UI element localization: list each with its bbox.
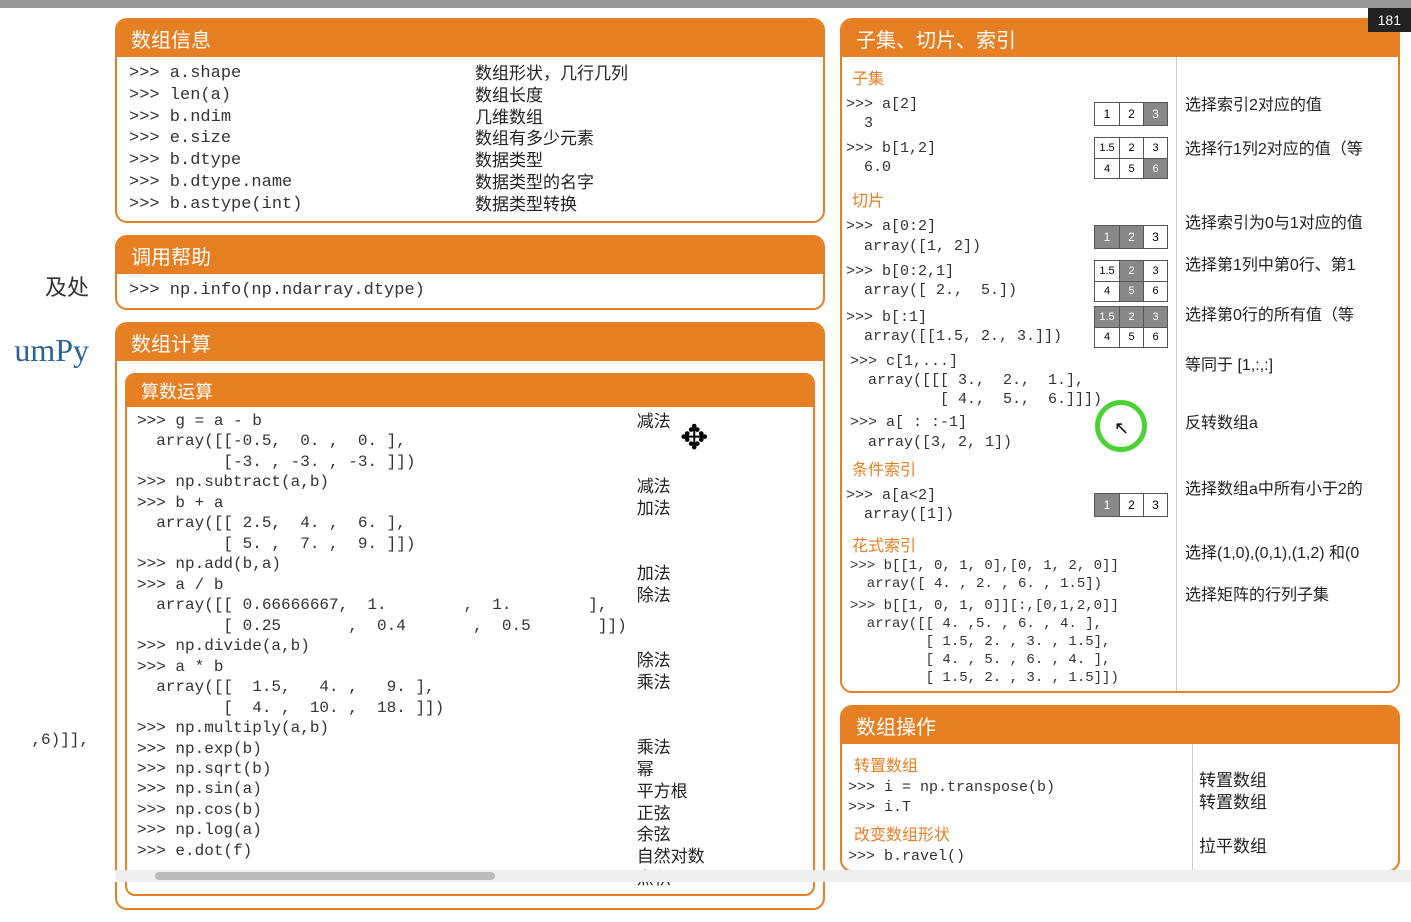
window-top-bar (0, 0, 1411, 8)
r5-illus: 1.523 456 (1090, 306, 1172, 348)
arith-code: >>> g = a - b array([[-0.5, 0. , 0. ], [… (137, 411, 627, 890)
idx-row-4: >>> b[0:2,1] array([ 2., 5.]) 1.523 456 (846, 260, 1172, 302)
transpose-desc: 转置数组 转置数组 (1199, 770, 1392, 814)
r10-desc: 选择矩阵的行列子集 (1185, 581, 1390, 605)
page-counter: 181 (1368, 8, 1411, 32)
arrayinfo-code: >>> a.shape >>> len(a) >>> b.ndim >>> e.… (129, 63, 465, 215)
r1-desc: 选择索引2对应的值 (1185, 91, 1390, 115)
card-header-calc: 数组计算 (117, 324, 823, 361)
card-help: 调用帮助 >>> np.info(np.ndarray.dtype) (115, 235, 825, 310)
card-header-array-info: 数组信息 (117, 20, 823, 57)
r5-code: >>> b[:1] array([[1.5, 2., 3.]]) (846, 308, 1076, 346)
r10-code: >>> b[[1, 0, 1, 0]][:,[0,1,2,0]] array([… (846, 598, 1172, 688)
subcard-header-arith: 算数运算 (127, 375, 813, 407)
help-code: >>> np.info(np.ndarray.dtype) (129, 280, 811, 302)
frag-numpy: umPy (14, 332, 89, 369)
right-column: 子集、切片、索引 子集 >>> a[2] 3 123 >>> b[1,2] 6.… (840, 18, 1400, 884)
main-column: 数组信息 >>> a.shape >>> len(a) >>> b.ndim >… (115, 18, 825, 922)
r4-illus: 1.523 456 (1090, 260, 1172, 302)
idx-row-1: >>> a[2] 3 123 (846, 95, 1172, 133)
arith-desc: 减法 减法 加法 加法 除法 除法 乘法 乘法 幂 平方根 正弦 余弦 自然对数… (637, 411, 803, 890)
idx-row-8: >>> a[a<2] array([1]) 123 (846, 486, 1172, 524)
r3-code: >>> a[0:2] array([1, 2]) (846, 217, 1076, 255)
r8-desc: 选择数组a中所有小于2的 (1185, 475, 1390, 499)
card-array-info: 数组信息 >>> a.shape >>> len(a) >>> b.ndim >… (115, 18, 825, 223)
card-calc: 数组计算 算数运算 >>> g = a - b array([[-0.5, 0.… (115, 322, 825, 910)
frag-text-1: 及处 (45, 270, 89, 302)
idx-row-5: >>> b[:1] array([[1.5, 2., 3.]]) 1.523 4… (846, 306, 1172, 348)
r1-illus: 123 (1090, 102, 1172, 126)
card-header-help: 调用帮助 (117, 237, 823, 274)
frag-code: ,6)]], (31, 730, 89, 750)
label-slice: 切片 (846, 183, 1172, 213)
r9-desc: 选择(1,0),(0,1),(1,2) 和(0 (1185, 539, 1390, 563)
label-fancy: 花式索引 (846, 528, 1172, 558)
label-reshape: 改变数组形状 (848, 817, 1186, 847)
card-indexing: 子集、切片、索引 子集 >>> a[2] 3 123 >>> b[1,2] 6.… (840, 18, 1400, 693)
idx-row-2: >>> b[1,2] 6.0 1.523 456 (846, 137, 1172, 179)
scrollbar-thumb[interactable] (155, 872, 495, 880)
r6-code: >>> c[1,...] array([[[ 3., 2., 1.], [ 4.… (846, 352, 1172, 410)
r4-code: >>> b[0:2,1] array([ 2., 5.]) (846, 262, 1076, 300)
label-cond: 条件索引 (846, 452, 1172, 482)
reshape-desc: 拉平数组 (1199, 836, 1392, 858)
idx-row-3: >>> a[0:2] array([1, 2]) 123 (846, 217, 1172, 255)
transpose-code: >>> i = np.transpose(b) >>> i.T (848, 778, 1186, 816)
r8-illus: 123 (1090, 493, 1172, 517)
subcard-arith: 算数运算 >>> g = a - b array([[-0.5, 0. , 0.… (125, 373, 815, 896)
r1-code: >>> a[2] 3 (846, 95, 1076, 133)
card-header-indexing: 子集、切片、索引 (842, 20, 1398, 57)
r6-desc: 等同于 [1,:,:] (1185, 351, 1390, 375)
r4-desc: 选择第1列中第0行、第1 (1185, 251, 1390, 275)
r2-desc: 选择行1列2对应的值（等 (1185, 135, 1390, 159)
label-transpose: 转置数组 (848, 748, 1186, 778)
r5-desc: 选择第0行的所有值（等 (1185, 301, 1390, 325)
label-subset: 子集 (846, 61, 1172, 91)
r9-code: >>> b[[1, 0, 1, 0],[0, 1, 2, 0]] array([… (846, 558, 1172, 594)
pointer-cursor-icon: ↖ (1114, 418, 1129, 439)
r2-code: >>> b[1,2] 6.0 (846, 139, 1076, 177)
arrayinfo-desc: 数组形状，几行几列 数组长度 几维数组 数组有多少元素 数据类型 数据类型的名字… (475, 63, 811, 215)
horizontal-scrollbar[interactable] (115, 870, 1411, 882)
left-cutoff-panel: 及处 umPy ,6)]], (0, 0, 95, 882)
card-ops: 数组操作 转置数组 >>> i = np.transpose(b) >>> i.… (840, 705, 1400, 872)
r3-desc: 选择索引为0与1对应的值 (1185, 209, 1390, 233)
r2-illus: 1.523 456 (1090, 137, 1172, 179)
r7-desc: 反转数组a (1185, 409, 1390, 433)
r8-code: >>> a[a<2] array([1]) (846, 486, 1076, 524)
card-header-ops: 数组操作 (842, 707, 1398, 744)
reshape-code: >>> b.ravel() (848, 847, 1186, 866)
r3-illus: 123 (1090, 225, 1172, 249)
